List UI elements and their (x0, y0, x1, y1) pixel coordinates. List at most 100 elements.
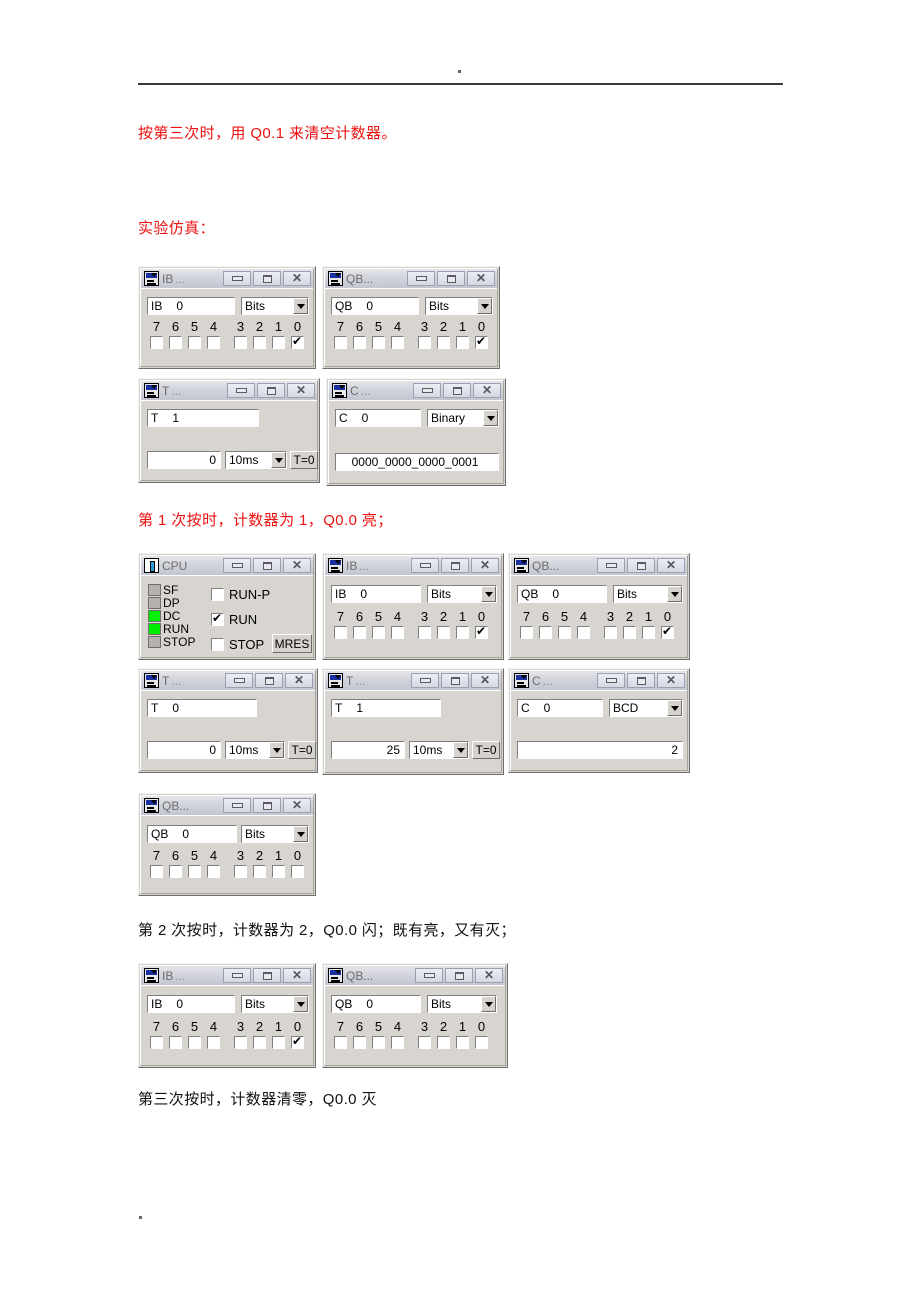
titlebar[interactable]: CPU ✕ (141, 556, 313, 575)
address-field[interactable]: QB 0 (147, 825, 237, 843)
window-ib-g1[interactable]: IB ... ✕ IB 0 Bits 7 6 5 4 3 2 1 0 ✔ (138, 266, 316, 369)
close-button[interactable]: ✕ (287, 383, 315, 398)
maximize-button[interactable] (441, 558, 469, 573)
address-field[interactable]: C 0 (517, 699, 603, 717)
format-combo[interactable]: Bits (241, 297, 309, 315)
bit-checkbox-2[interactable] (623, 626, 636, 639)
titlebar[interactable]: QB... ✕ (325, 269, 497, 288)
bit-checkbox-3[interactable] (234, 1036, 247, 1049)
minimize-button[interactable] (223, 558, 251, 573)
format-combo[interactable]: Bits (427, 995, 497, 1013)
bit-checkbox-4[interactable] (391, 626, 404, 639)
maximize-button[interactable] (441, 673, 469, 688)
chevron-down-icon[interactable] (293, 298, 308, 314)
chevron-down-icon[interactable] (477, 298, 492, 314)
bit-checkbox-7[interactable] (150, 865, 163, 878)
titlebar[interactable]: QB... ✕ (325, 966, 505, 985)
window-qb-g4[interactable]: QB... ✕ QB 0 Bits 7 6 5 4 3 2 1 0 (322, 963, 508, 1068)
bit-checkbox-2[interactable] (253, 1036, 266, 1049)
close-button[interactable]: ✕ (285, 673, 313, 688)
titlebar[interactable]: T ... ✕ (325, 671, 501, 690)
minimize-button[interactable] (411, 673, 439, 688)
address-field[interactable]: IB 0 (147, 995, 235, 1013)
close-button[interactable]: ✕ (475, 968, 503, 983)
mode-stop[interactable]: STOP (211, 637, 264, 652)
bit-checkbox-3[interactable] (234, 336, 247, 349)
titlebar[interactable]: C ... ✕ (511, 671, 687, 690)
maximize-button[interactable] (627, 673, 655, 688)
maximize-button[interactable] (437, 271, 465, 286)
bit-checkbox-5[interactable] (188, 1036, 201, 1049)
chevron-down-icon[interactable] (453, 742, 468, 758)
bit-checkbox-7[interactable] (334, 626, 347, 639)
close-button[interactable]: ✕ (283, 968, 311, 983)
window-ib-g4[interactable]: IB ... ✕ IB 0 Bits 7 6 5 4 3 2 1 0 ✔ (138, 963, 316, 1068)
window-timer-t0-g2[interactable]: T ... ✕ T 0 0 10ms T=0 (138, 668, 318, 773)
minimize-button[interactable] (597, 558, 625, 573)
bit-checkbox-5[interactable] (188, 336, 201, 349)
address-field[interactable]: QB 0 (331, 297, 419, 315)
mode-run[interactable]: RUN (211, 611, 257, 627)
timebase-combo[interactable]: 10ms (409, 741, 469, 759)
bit-checkboxes[interactable] (147, 1034, 307, 1049)
bit-checkbox-3[interactable] (418, 336, 431, 349)
bit-checkbox-6[interactable] (169, 336, 182, 349)
timer-reset-button[interactable]: T=0 (290, 451, 318, 469)
format-combo[interactable]: Bits (613, 585, 683, 603)
close-button[interactable]: ✕ (283, 798, 311, 813)
bit-checkbox-6[interactable] (169, 865, 182, 878)
bit-checkbox-5[interactable] (372, 1036, 385, 1049)
timebase-combo[interactable]: 10ms (225, 741, 285, 759)
bit-checkbox-3[interactable] (418, 1036, 431, 1049)
address-field[interactable]: T 1 (331, 699, 441, 717)
maximize-button[interactable] (253, 271, 281, 286)
titlebar[interactable]: QB... ✕ (141, 796, 313, 815)
bit-checkboxes[interactable] (517, 624, 677, 639)
titlebar[interactable]: IB ... ✕ (141, 269, 313, 288)
chevron-down-icon[interactable] (667, 700, 682, 716)
mode-runp[interactable]: RUN-P (211, 587, 270, 602)
address-field[interactable]: C 0 (335, 409, 421, 427)
bit-checkbox-3[interactable] (234, 865, 247, 878)
chevron-down-icon[interactable] (269, 742, 284, 758)
maximize-button[interactable] (257, 383, 285, 398)
maximize-button[interactable] (445, 968, 473, 983)
maximize-button[interactable] (253, 558, 281, 573)
bit-checkboxes[interactable] (147, 865, 307, 878)
mode-checkbox-runp[interactable] (211, 588, 224, 601)
close-button[interactable]: ✕ (467, 271, 495, 286)
bit-checkbox-7[interactable] (334, 336, 347, 349)
maximize-button[interactable] (627, 558, 655, 573)
minimize-button[interactable] (223, 798, 251, 813)
counter-value-field[interactable]: 2 (517, 741, 683, 759)
timer-value-field[interactable]: 0 (147, 451, 221, 469)
bit-checkbox-7[interactable] (150, 1036, 163, 1049)
window-qb-g2[interactable]: QB... ✕ QB 0 Bits 7 6 5 4 3 2 1 0 ✔ (508, 553, 690, 660)
chevron-down-icon[interactable] (481, 586, 496, 602)
bit-checkbox-2[interactable] (253, 865, 266, 878)
titlebar[interactable]: IB ... ✕ (141, 966, 313, 985)
bit-checkbox-4[interactable] (577, 626, 590, 639)
bit-checkbox-4[interactable] (207, 336, 220, 349)
bit-checkbox-1[interactable] (272, 1036, 285, 1049)
bit-checkbox-6[interactable] (539, 626, 552, 639)
address-field[interactable]: IB 0 (331, 585, 421, 603)
bit-checkbox-6[interactable] (169, 1036, 182, 1049)
chevron-down-icon[interactable] (271, 452, 286, 468)
window-ib-g2[interactable]: IB ... ✕ IB 0 Bits 7 6 5 4 3 2 1 0 ✔ (322, 553, 504, 660)
timer-reset-button[interactable]: T=0 (472, 741, 500, 759)
bit-checkbox-3[interactable] (604, 626, 617, 639)
timer-value-field[interactable]: 0 (147, 741, 221, 759)
mode-checkbox-run[interactable] (211, 611, 224, 626)
window-timer-t1-g2[interactable]: T ... ✕ T 1 25 10ms T=0 (322, 668, 504, 775)
bit-checkbox-5[interactable] (372, 336, 385, 349)
close-button[interactable]: ✕ (657, 558, 685, 573)
chevron-down-icon[interactable] (293, 826, 308, 842)
bit-checkbox-2[interactable] (437, 1036, 450, 1049)
address-field[interactable]: T 1 (147, 409, 259, 427)
window-qb-g1[interactable]: QB... ✕ QB 0 Bits 7 6 5 4 3 2 1 0 ✔ (322, 266, 500, 369)
bit-checkbox-4[interactable] (391, 1036, 404, 1049)
bit-checkbox-4[interactable] (207, 865, 220, 878)
mode-checkbox-stop[interactable] (211, 638, 224, 651)
bit-checkbox-0[interactable] (291, 865, 304, 878)
